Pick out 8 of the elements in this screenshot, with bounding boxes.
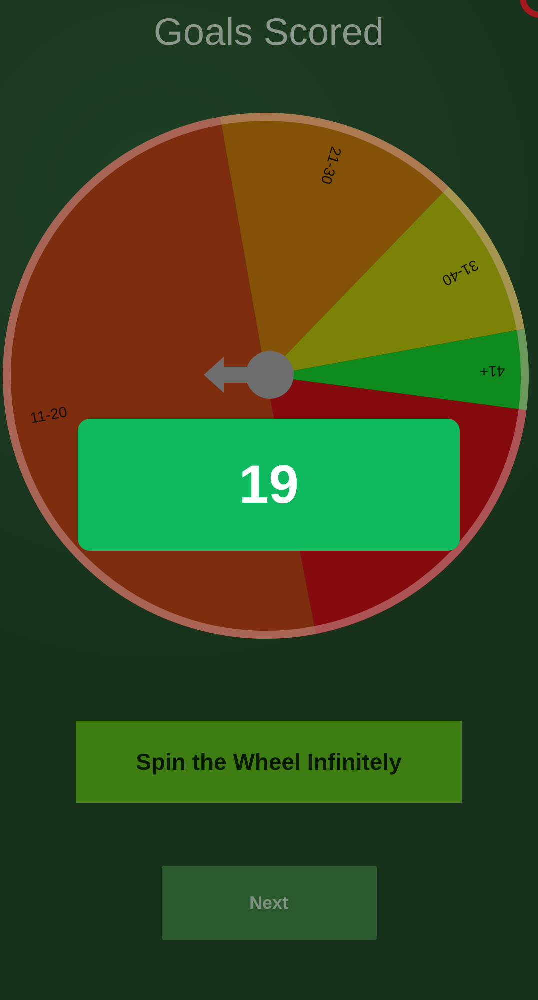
segment-label: 11-20	[29, 404, 69, 428]
spin-button[interactable]: Spin the Wheel Infinitely	[76, 721, 462, 803]
segment-label: 21-30	[317, 144, 345, 186]
segment-label: 41+	[480, 362, 506, 380]
screen-title: Goals Scored	[154, 11, 384, 52]
pointer-icon	[204, 351, 294, 399]
segment-label: 31-40	[439, 256, 482, 290]
result-value: 19	[78, 419, 460, 551]
